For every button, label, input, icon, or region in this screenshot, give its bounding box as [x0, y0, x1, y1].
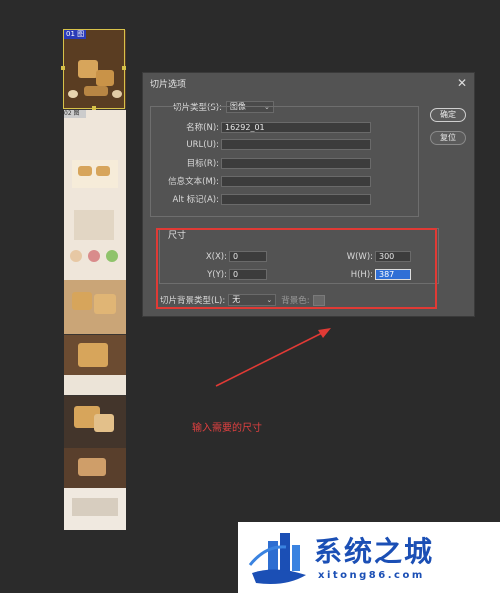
watermark-title: 系统之城	[314, 535, 435, 568]
annotation-arrow	[215, 328, 331, 387]
annotation-text: 输入需要的尺寸	[192, 423, 262, 434]
city-logo-icon	[248, 533, 306, 584]
watermark-url: xitong86.com	[318, 570, 425, 581]
watermark: 系统之城 xitong86.com	[238, 522, 500, 593]
